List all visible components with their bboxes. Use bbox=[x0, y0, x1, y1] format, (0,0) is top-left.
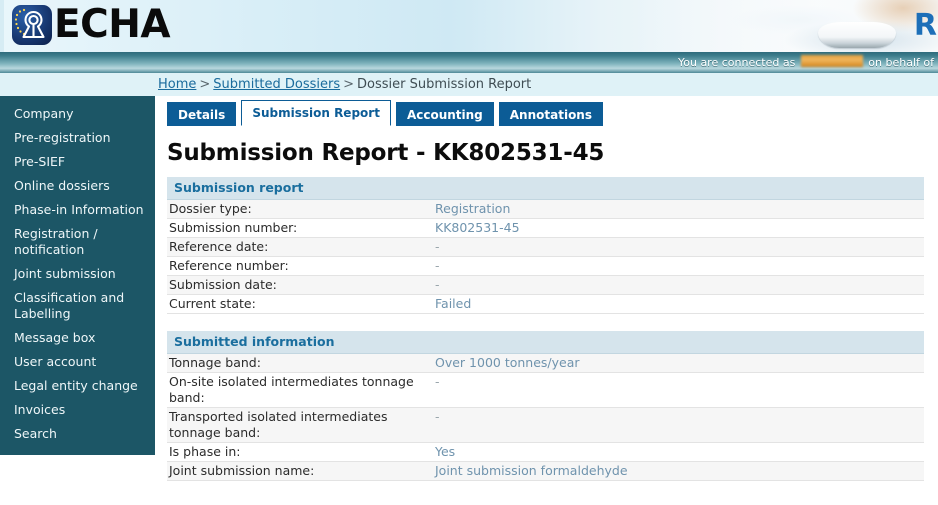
row-label-tonnage-band: Tonnage band: bbox=[169, 355, 261, 370]
flask-a-icon bbox=[22, 10, 45, 39]
row-value-reference-date: - bbox=[435, 239, 440, 254]
echa-logo-text: ECHA bbox=[54, 2, 171, 47]
submitted-information-rows: Tonnage band: Over 1000 tonnes/year On-s… bbox=[167, 354, 924, 481]
row-value-reference-number: - bbox=[435, 258, 440, 273]
table-row: Is phase in: Yes bbox=[167, 443, 924, 462]
sidebar-nav: Company Pre-registration Pre-SIEF Online… bbox=[0, 96, 155, 455]
row-label-onsite-isolated-intermediates-tonnage-band: On-site isolated intermediates tonnage b… bbox=[169, 374, 414, 405]
connected-as-text: You are connected as on behalf of bbox=[678, 55, 934, 70]
site-banner: R ECHA bbox=[0, 0, 938, 52]
table-row: Current state: Failed bbox=[167, 295, 924, 314]
row-label-transported-isolated-intermediates-tonnage-band: Transported isolated intermediates tonna… bbox=[169, 409, 388, 440]
row-label-joint-submission-name: Joint submission name: bbox=[169, 463, 315, 478]
banner-shoe-image bbox=[818, 22, 896, 48]
sidebar-item-registration-notification[interactable]: Registration / notification bbox=[0, 222, 155, 262]
table-row: Submission number: KK802531-45 bbox=[167, 219, 924, 238]
tab-bar: Details Submission Report Accounting Ann… bbox=[167, 100, 938, 126]
breadcrumb-item-home[interactable]: Home bbox=[158, 77, 196, 92]
sidebar-item-online-dossiers[interactable]: Online dossiers bbox=[0, 174, 155, 198]
row-label-reference-date: Reference date: bbox=[169, 239, 269, 254]
sidebar-item-user-account[interactable]: User account bbox=[0, 350, 155, 374]
table-row: Reference number: - bbox=[167, 257, 924, 276]
breadcrumb-separator: > bbox=[343, 77, 355, 92]
table-row: Joint submission name: Joint submission … bbox=[167, 462, 924, 481]
sidebar-item-message-box[interactable]: Message box bbox=[0, 326, 155, 350]
section-header-submission-report: Submission report bbox=[167, 177, 924, 200]
breadcrumb: Home > Submitted Dossiers > Dossier Submissi… bbox=[158, 76, 531, 93]
row-label-current-state: Current state: bbox=[169, 296, 256, 311]
sidebar-item-pre-registration[interactable]: Pre-registration bbox=[0, 126, 155, 150]
row-value-tonnage-band: Over 1000 tonnes/year bbox=[435, 355, 580, 370]
main-content: Details Submission Report Accounting Ann… bbox=[155, 96, 938, 505]
echa-logo-icon bbox=[12, 5, 52, 45]
breadcrumb-item-submitted-dossiers[interactable]: Submitted Dossiers bbox=[213, 77, 340, 92]
row-value-transported-isolated-intermediates-tonnage-band: - bbox=[435, 409, 440, 424]
row-label-submission-date: Submission date: bbox=[169, 277, 277, 292]
row-value-dossier-type: Registration bbox=[435, 201, 511, 216]
row-value-current-state: Failed bbox=[435, 296, 472, 311]
row-label-reference-number: Reference number: bbox=[169, 258, 289, 273]
submission-report-rows: Dossier type: Registration Submission nu… bbox=[167, 200, 924, 314]
banner-photo bbox=[638, 0, 938, 52]
row-value-submission-date: - bbox=[435, 277, 440, 292]
echa-logo[interactable]: ECHA bbox=[12, 2, 171, 47]
tab-submission-report[interactable]: Submission Report bbox=[241, 100, 391, 126]
table-row: Dossier type: Registration bbox=[167, 200, 924, 219]
row-value-joint-submission-name: Joint submission formaldehyde bbox=[435, 463, 628, 478]
row-label-dossier-type: Dossier type: bbox=[169, 201, 252, 216]
banner-left-stripe bbox=[0, 0, 4, 52]
connected-username-redacted bbox=[800, 55, 863, 67]
table-row: Reference date: - bbox=[167, 238, 924, 257]
connected-suffix: on behalf of bbox=[868, 56, 934, 69]
connected-prefix: You are connected as bbox=[677, 56, 796, 69]
row-label-submission-number: Submission number: bbox=[169, 220, 298, 235]
breadcrumb-item-current: Dossier Submission Report bbox=[357, 77, 532, 92]
tab-annotations[interactable]: Annotations bbox=[498, 102, 603, 126]
table-row: Submission date: - bbox=[167, 276, 924, 295]
sidebar-item-pre-sief[interactable]: Pre-SIEF bbox=[0, 150, 155, 174]
row-value-is-phase-in: Yes bbox=[435, 444, 456, 459]
section-header-submitted-information: Submitted information bbox=[167, 331, 924, 354]
sidebar-item-classification-and-labelling[interactable]: Classification and Labelling bbox=[0, 286, 155, 326]
tab-details[interactable]: Details bbox=[167, 102, 237, 126]
row-label-is-phase-in: Is phase in: bbox=[169, 444, 241, 459]
table-row: On-site isolated intermediates tonnage b… bbox=[167, 373, 924, 408]
sidebar-item-phase-in-information[interactable]: Phase-in Information bbox=[0, 198, 155, 222]
table-row: Transported isolated intermediates tonna… bbox=[167, 408, 924, 443]
breadcrumb-separator: > bbox=[199, 77, 211, 92]
sidebar-item-invoices[interactable]: Invoices bbox=[0, 398, 155, 422]
row-value-submission-number: KK802531-45 bbox=[435, 220, 520, 235]
row-value-onsite-isolated-intermediates-tonnage-band: - bbox=[435, 374, 440, 389]
table-row: Tonnage band: Over 1000 tonnes/year bbox=[167, 354, 924, 373]
sidebar-item-joint-submission[interactable]: Joint submission bbox=[0, 262, 155, 286]
sidebar-item-company[interactable]: Company bbox=[0, 102, 155, 126]
sidebar-item-search[interactable]: Search bbox=[0, 422, 155, 446]
tab-accounting[interactable]: Accounting bbox=[395, 102, 494, 126]
connected-as-bar: You are connected as on behalf of bbox=[0, 52, 938, 73]
app-root: R ECHA You are connected as on behalf of… bbox=[0, 0, 938, 505]
sidebar-item-legal-entity-change[interactable]: Legal entity change bbox=[0, 374, 155, 398]
page-title: Submission Report - KK802531-45 bbox=[167, 140, 605, 166]
reach-it-wordmark: R bbox=[913, 8, 937, 43]
